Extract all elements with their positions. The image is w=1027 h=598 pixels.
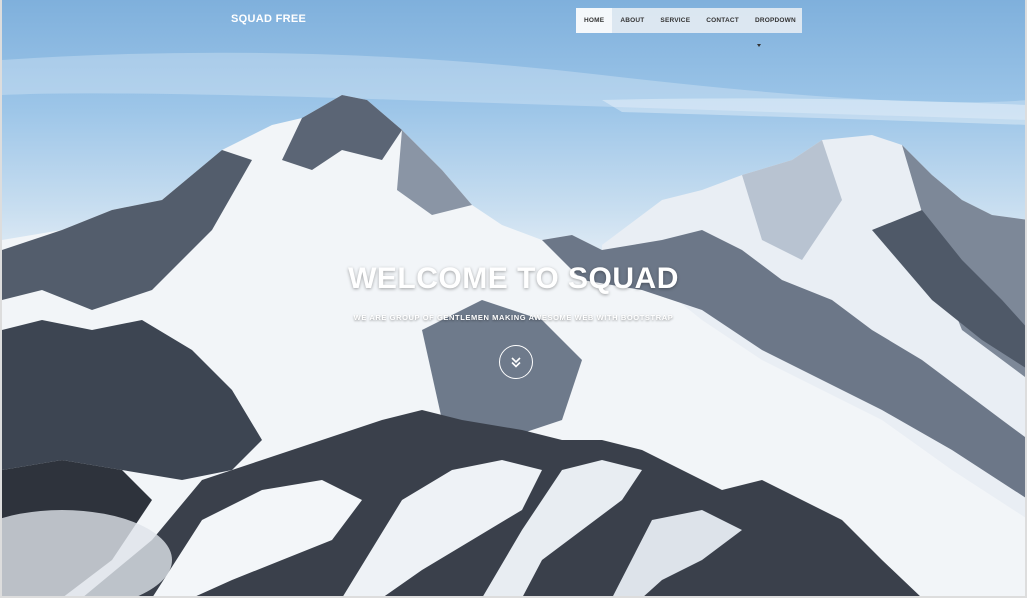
hero-section: [2, 0, 1025, 596]
nav-item-home[interactable]: HOME: [576, 8, 613, 33]
nav-item-dropdown[interactable]: DROPDOWN: [747, 8, 804, 47]
main-navigation: HOME ABOUT SERVICE CONTACT DROPDOWN: [576, 8, 804, 47]
nav-item-dropdown-label: DROPDOWN: [754, 17, 796, 24]
scroll-down-button[interactable]: [499, 345, 533, 379]
nav-item-contact[interactable]: CONTACT: [698, 8, 747, 33]
mountain-background-image: [2, 52, 1025, 596]
hero-title: WELCOME TO SQUAD: [348, 262, 679, 295]
brand-logo-link[interactable]: SQUAD FREE: [231, 13, 306, 25]
page-frame: SQUAD FREE HOME ABOUT SERVICE CONTACT DR…: [0, 0, 1027, 598]
double-chevron-down-icon: [511, 357, 521, 368]
nav-item-service[interactable]: SERVICE: [652, 8, 698, 33]
caret-down-icon: [756, 43, 761, 47]
nav-item-about[interactable]: ABOUT: [612, 8, 652, 33]
hero-subtitle: WE ARE GROUP OF GENTLEMEN MAKING AWESOME…: [353, 313, 674, 322]
